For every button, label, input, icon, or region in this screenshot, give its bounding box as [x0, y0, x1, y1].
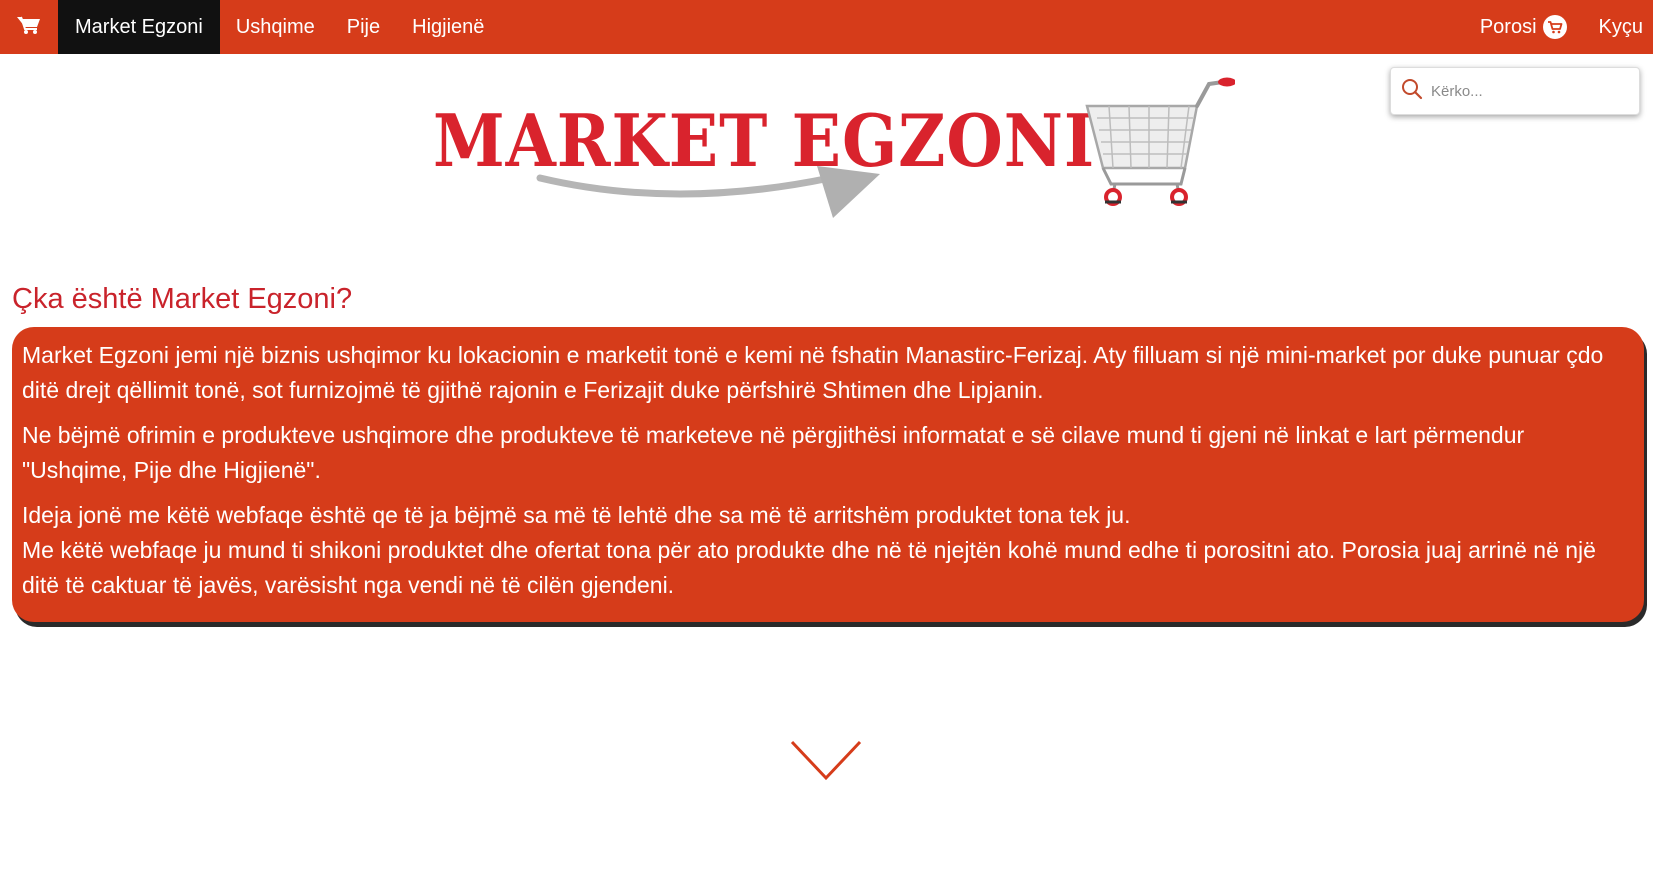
- nav-login-link[interactable]: Kyçu: [1581, 0, 1653, 54]
- about-paragraph: Ne bëjmë ofrimin e produkteve ushqimore …: [22, 422, 1525, 483]
- about-info-box: Market Egzoni jemi një biznis ushqimor k…: [12, 327, 1644, 622]
- chevron-down-icon: [790, 740, 862, 781]
- about-title: Çka është Market Egzoni?: [12, 283, 353, 315]
- nav-link-pije[interactable]: Pije: [331, 0, 396, 54]
- top-navbar: Market Egzoni Ushqime Pije Higjienë Poro…: [0, 0, 1653, 54]
- cart-icon: [17, 15, 41, 40]
- about-paragraph: Me këtë webfaqe ju mund ti shikoni produ…: [22, 537, 1596, 598]
- search-icon: [1401, 78, 1423, 105]
- nav-brand-link[interactable]: Market Egzoni: [58, 0, 220, 54]
- market-logo: MARKET EGZONI: [425, 70, 1235, 230]
- nav-link-higjiene[interactable]: Higjienë: [396, 0, 500, 54]
- nav-link-ushqime[interactable]: Ushqime: [220, 0, 331, 54]
- scroll-down-button[interactable]: [790, 740, 862, 782]
- about-paragraph: Ideja jonë me këtë webfaqe është qe të j…: [22, 502, 1131, 528]
- nav-orders-link[interactable]: Porosi: [1464, 0, 1581, 54]
- search-input[interactable]: [1429, 81, 1629, 101]
- orders-label: Porosi: [1479, 15, 1537, 38]
- cart-badge-icon: [1542, 15, 1567, 39]
- search-box: [1390, 67, 1640, 115]
- logo-graphic: [536, 77, 1235, 218]
- home-cart-link[interactable]: [0, 0, 58, 54]
- about-paragraph: Market Egzoni jemi një biznis ushqimor k…: [22, 342, 1604, 403]
